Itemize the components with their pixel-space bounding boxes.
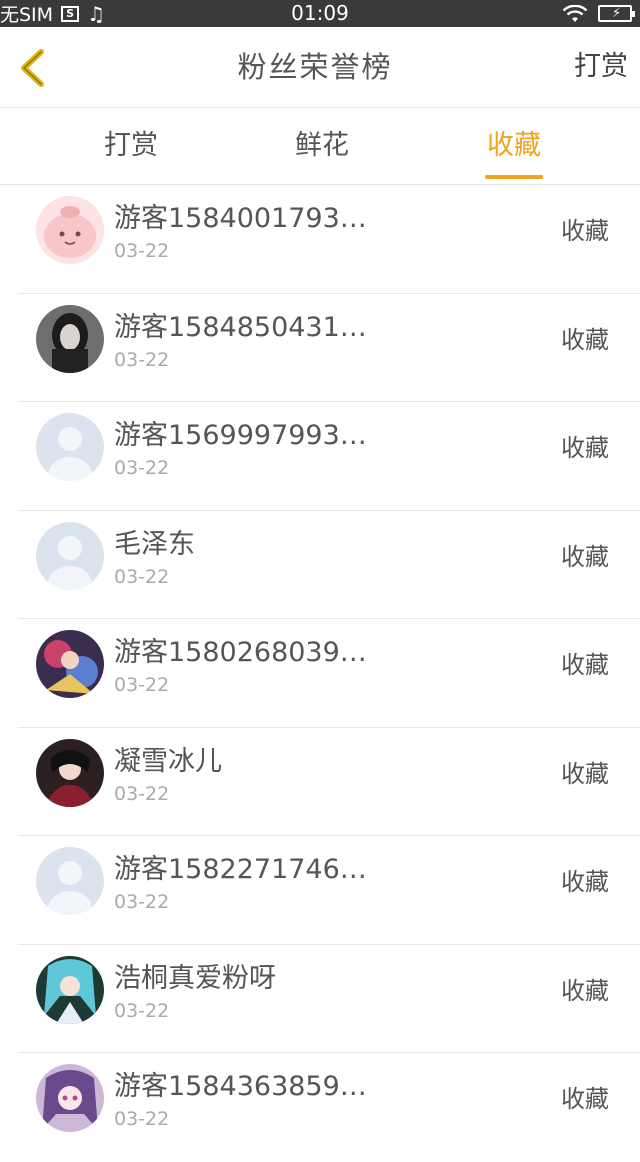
wifi-icon (562, 4, 588, 22)
fan-name: 游客1584001793… (114, 203, 367, 234)
fan-name: 游客1584363859… (114, 1071, 367, 1102)
clock: 01:09 (291, 1, 349, 25)
tab-label: 收藏 (487, 130, 541, 161)
fan-name: 毛泽东 (114, 528, 195, 560)
fan-action-label: 收藏 (561, 976, 609, 1005)
fan-date: 03-22 (114, 999, 170, 1022)
status-bar: 无SIM S ♫ 01:09 ⚡ (0, 0, 640, 27)
tip-button[interactable]: 打赏 (574, 27, 628, 107)
list-item[interactable]: 游客1584363859… 03-22 收藏 (0, 1053, 640, 1162)
fan-date: 03-22 (114, 457, 170, 479)
page-title: 粉丝荣誉榜 (237, 50, 393, 84)
avatar (36, 196, 104, 264)
charging-icon: ⚡ (612, 6, 622, 21)
list-item[interactable]: 游客1584001793… 03-22 收藏 (0, 185, 640, 294)
fan-list: 游客1584001793… 03-22 收藏 游客1584850431… 03-… (0, 185, 640, 1162)
list-item[interactable]: 游客1569997993… 03-22 收藏 (0, 402, 640, 511)
avatar (36, 847, 104, 915)
fan-name: 游客1582271746… (114, 854, 367, 885)
avatar (36, 955, 104, 1024)
fan-name: 游客1569997993… (114, 420, 367, 451)
avatar (36, 413, 104, 481)
fan-date: 03-22 (114, 674, 170, 696)
fan-action-label: 收藏 (561, 1085, 609, 1113)
tab-label: 鲜花 (295, 130, 349, 161)
fan-name: 游客1584850431… (114, 311, 367, 343)
fan-date: 03-22 (114, 1108, 170, 1130)
fan-date: 03-22 (114, 348, 170, 371)
fan-name: 浩桐真爱粉呀 (114, 962, 276, 994)
fan-action-label: 收藏 (561, 868, 609, 896)
avatar (36, 630, 104, 698)
list-item[interactable]: 游客1580268039… 03-22 收藏 (0, 619, 640, 728)
tab-favorites[interactable]: 收藏 (469, 108, 559, 184)
fan-date: 03-22 (114, 565, 170, 588)
tab-bar: 打赏 鲜花 收藏 (0, 108, 640, 185)
fan-date: 03-22 (114, 782, 170, 805)
tab-tip[interactable]: 打赏 (86, 108, 176, 184)
nav-header: 粉丝荣誉榜 打赏 (0, 27, 640, 108)
fan-action-label: 收藏 (561, 542, 609, 571)
avatar (36, 304, 104, 373)
battery-icon: ⚡ (598, 5, 635, 22)
fan-name: 游客1580268039… (114, 637, 367, 668)
fan-action-label: 收藏 (561, 217, 609, 245)
fan-date: 03-22 (114, 240, 170, 262)
fan-name: 凝雪冰儿 (114, 745, 222, 777)
fan-action-label: 收藏 (561, 759, 609, 788)
active-tab-indicator (485, 175, 543, 179)
fan-action-label: 收藏 (561, 325, 609, 354)
list-item[interactable]: 毛泽东 03-22 收藏 (0, 511, 640, 619)
list-item[interactable]: 游客1584850431… 03-22 收藏 (0, 294, 640, 402)
status-right: ⚡ (562, 0, 635, 27)
avatar (36, 1064, 104, 1132)
avatar (36, 738, 104, 807)
fan-action-label: 收藏 (561, 651, 609, 679)
list-item[interactable]: 凝雪冰儿 03-22 收藏 (0, 728, 640, 836)
list-item[interactable]: 浩桐真爱粉呀 03-22 收藏 (0, 945, 640, 1053)
list-item[interactable]: 游客1582271746… 03-22 收藏 (0, 836, 640, 945)
tab-label: 打赏 (104, 130, 158, 161)
fan-action-label: 收藏 (561, 434, 609, 462)
fan-date: 03-22 (114, 891, 170, 913)
avatar (36, 521, 104, 590)
tab-flowers[interactable]: 鲜花 (277, 108, 367, 184)
